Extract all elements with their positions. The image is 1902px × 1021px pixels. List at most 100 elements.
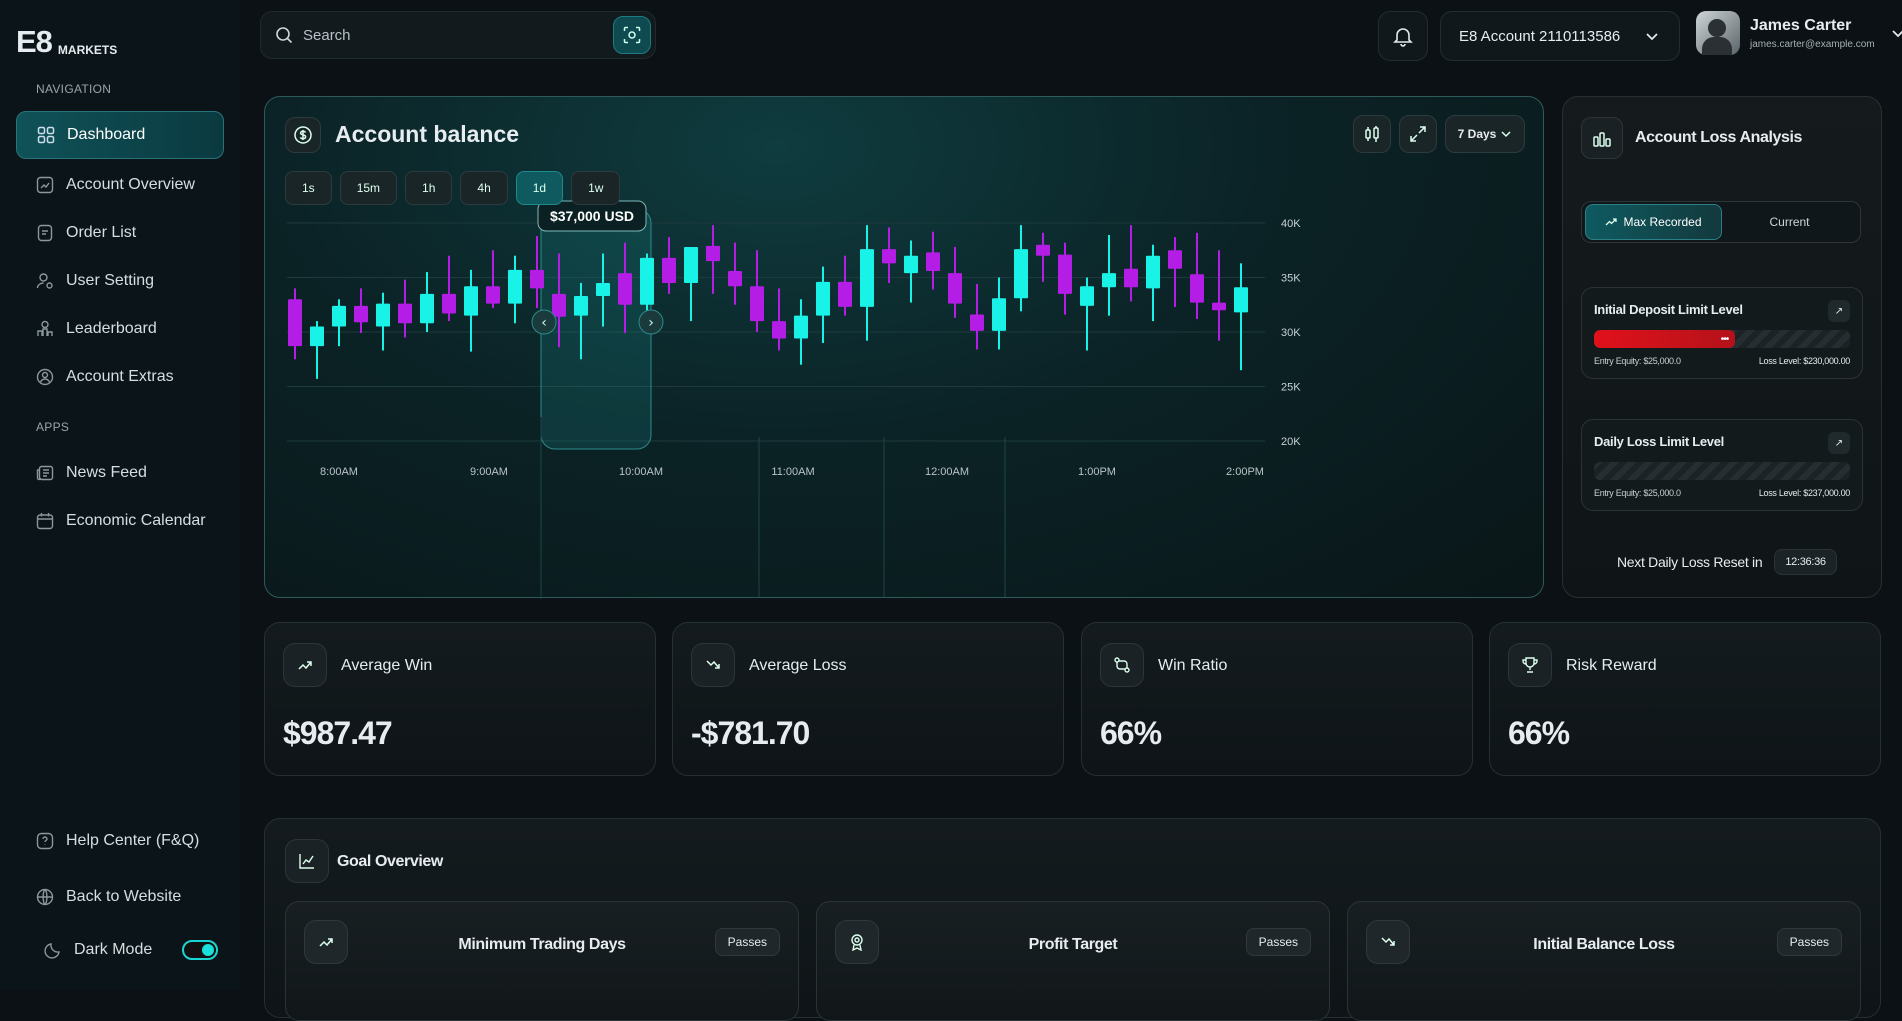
candle [816,266,830,343]
candle [354,288,368,334]
candle [1190,232,1204,319]
moon-icon [44,941,62,959]
sidebar-item-help-center[interactable]: Help Center (F&Q) [16,817,224,865]
loss-title: Account Loss Analysis [1635,129,1803,146]
line-chart-icon [285,839,329,883]
y-tick-label: 20K [1281,436,1301,448]
sidebar-item-dashboard[interactable]: Dashboard [16,111,224,159]
search-input[interactable]: Search [303,27,351,44]
stat-average-loss: Average Loss -$781.70 [672,622,1064,776]
candle [838,255,852,316]
nav-heading: NAVIGATION [36,82,112,96]
arrow-up-right-icon[interactable]: ↗ [1828,432,1850,454]
selection-next-handle[interactable]: › [638,309,664,335]
timeframe-4h[interactable]: 4h [460,171,508,205]
brand-logo[interactable]: E8 MARKETS [16,24,117,60]
sidebar-item-back-to-website[interactable]: Back to Website [16,873,224,921]
sidebar-item-account-overview[interactable]: Account Overview [16,161,224,209]
brand-mark: E8 [16,24,53,59]
x-tick-label: 9:00AM [470,466,508,478]
goal-profit-target: Profit Target Passes [816,901,1330,1021]
loss-level: Loss Level: $237,000.00 [1758,488,1850,498]
progress-fill [1594,330,1735,348]
candle [728,242,742,305]
x-tick-label: 8:00AM [320,466,358,478]
dollar-icon [285,117,321,153]
dark-mode-toggle[interactable] [182,940,219,960]
candle [750,250,764,332]
scan-button[interactable] [613,16,651,54]
stat-label: Average Win [341,657,433,674]
chart-icon [36,176,54,194]
candle [684,246,698,322]
status-badge: Passes [1245,928,1311,956]
price-tooltip: $37,000 USD [537,200,647,232]
goal-overview-card: Goal Overview Minimum Trading Days Passe… [264,818,1881,1021]
expand-button[interactable] [1399,115,1437,153]
candle [1146,244,1160,322]
sidebar-item-account-extras[interactable]: Account Extras [16,353,224,401]
candle [376,292,390,351]
status-badge: Passes [1776,928,1842,956]
candle [706,225,720,294]
svg-text:‹: ‹ [541,315,547,331]
sidebar-item-user-setting[interactable]: User Setting [16,257,224,305]
sidebar-item-order-list[interactable]: Order List [16,209,224,257]
y-tick-label: 25K [1281,382,1301,394]
selection-prev-handle[interactable]: ‹ [531,309,557,335]
seg-max-label: Max Recorded [1623,215,1702,229]
balance-title: Account balance [335,121,520,147]
candle [288,288,302,360]
candle [904,240,918,303]
candle [948,246,962,318]
search-bar[interactable]: Search [260,11,656,59]
user-menu[interactable]: James Carter james.carter@example.com [1696,11,1902,55]
sidebar-item-label: Account Overview [66,176,195,193]
entry-equity: Entry Equity: $25,000.0 [1594,356,1681,366]
candle [772,288,786,351]
y-tick-label: 35K [1281,273,1301,285]
stat-label: Average Loss [749,657,847,674]
timeframe-tabs: 1s 15m 1h 4h 1d 1w [285,171,621,205]
selection-highlight[interactable] [540,208,652,599]
seg-current[interactable]: Current [1722,204,1857,240]
sidebar-item-label: Economic Calendar [66,512,206,529]
account-selector[interactable]: E8 Account 2110113586 [1440,11,1680,61]
help-icon [36,832,54,850]
stat-value: 66% [1100,715,1162,751]
sidebar: E8 MARKETS NAVIGATION Dashboard Account … [0,0,240,990]
candle [332,299,346,347]
timeframe-1d[interactable]: 1d [515,171,564,205]
timeframe-1w[interactable]: 1w [571,171,621,205]
candle [486,250,500,309]
candle [794,299,808,365]
arrow-up-right-icon[interactable]: ↗ [1828,300,1850,322]
sidebar-item-economic-calendar[interactable]: Economic Calendar [16,497,224,545]
chevron-down-icon [1889,24,1902,42]
candles-icon [1363,125,1381,143]
seg-max-recorded[interactable]: Max Recorded [1585,204,1722,240]
candle-type-button[interactable] [1353,115,1391,153]
timeframe-1s[interactable]: 1s [285,171,332,205]
stat-win-ratio: Win Ratio 66% [1081,622,1473,776]
user-email: james.carter@example.com [1750,38,1875,50]
range-dropdown[interactable]: 7 Days [1445,115,1525,153]
limit-title: Initial Deposit Limit Level [1594,302,1743,317]
candle [882,227,896,283]
loss-mode-toggle: Max Recorded Current [1581,201,1861,243]
sidebar-item-leaderboard[interactable]: Leaderboard [16,305,224,353]
y-tick-label: 30K [1281,327,1301,339]
loss-level: Loss Level: $230,000.00 [1758,356,1850,366]
sidebar-item-news-feed[interactable]: News Feed [16,449,224,497]
notifications-button[interactable] [1378,11,1428,61]
timeframe-15m[interactable]: 15m [339,171,398,205]
timeframe-1h[interactable]: 1h [405,171,453,205]
candle [508,255,522,324]
goal-minimum-trading-days: Minimum Trading Days Passes [285,901,799,1021]
reset-label: Next Daily Loss Reset in [1617,554,1763,570]
x-tick-label: 2:00PM [1226,466,1264,478]
candle [926,231,940,290]
dark-mode-row: Dark Mode [16,926,224,974]
bar-chart-icon [1581,117,1623,159]
y-tick-label: 40K [1281,218,1301,230]
